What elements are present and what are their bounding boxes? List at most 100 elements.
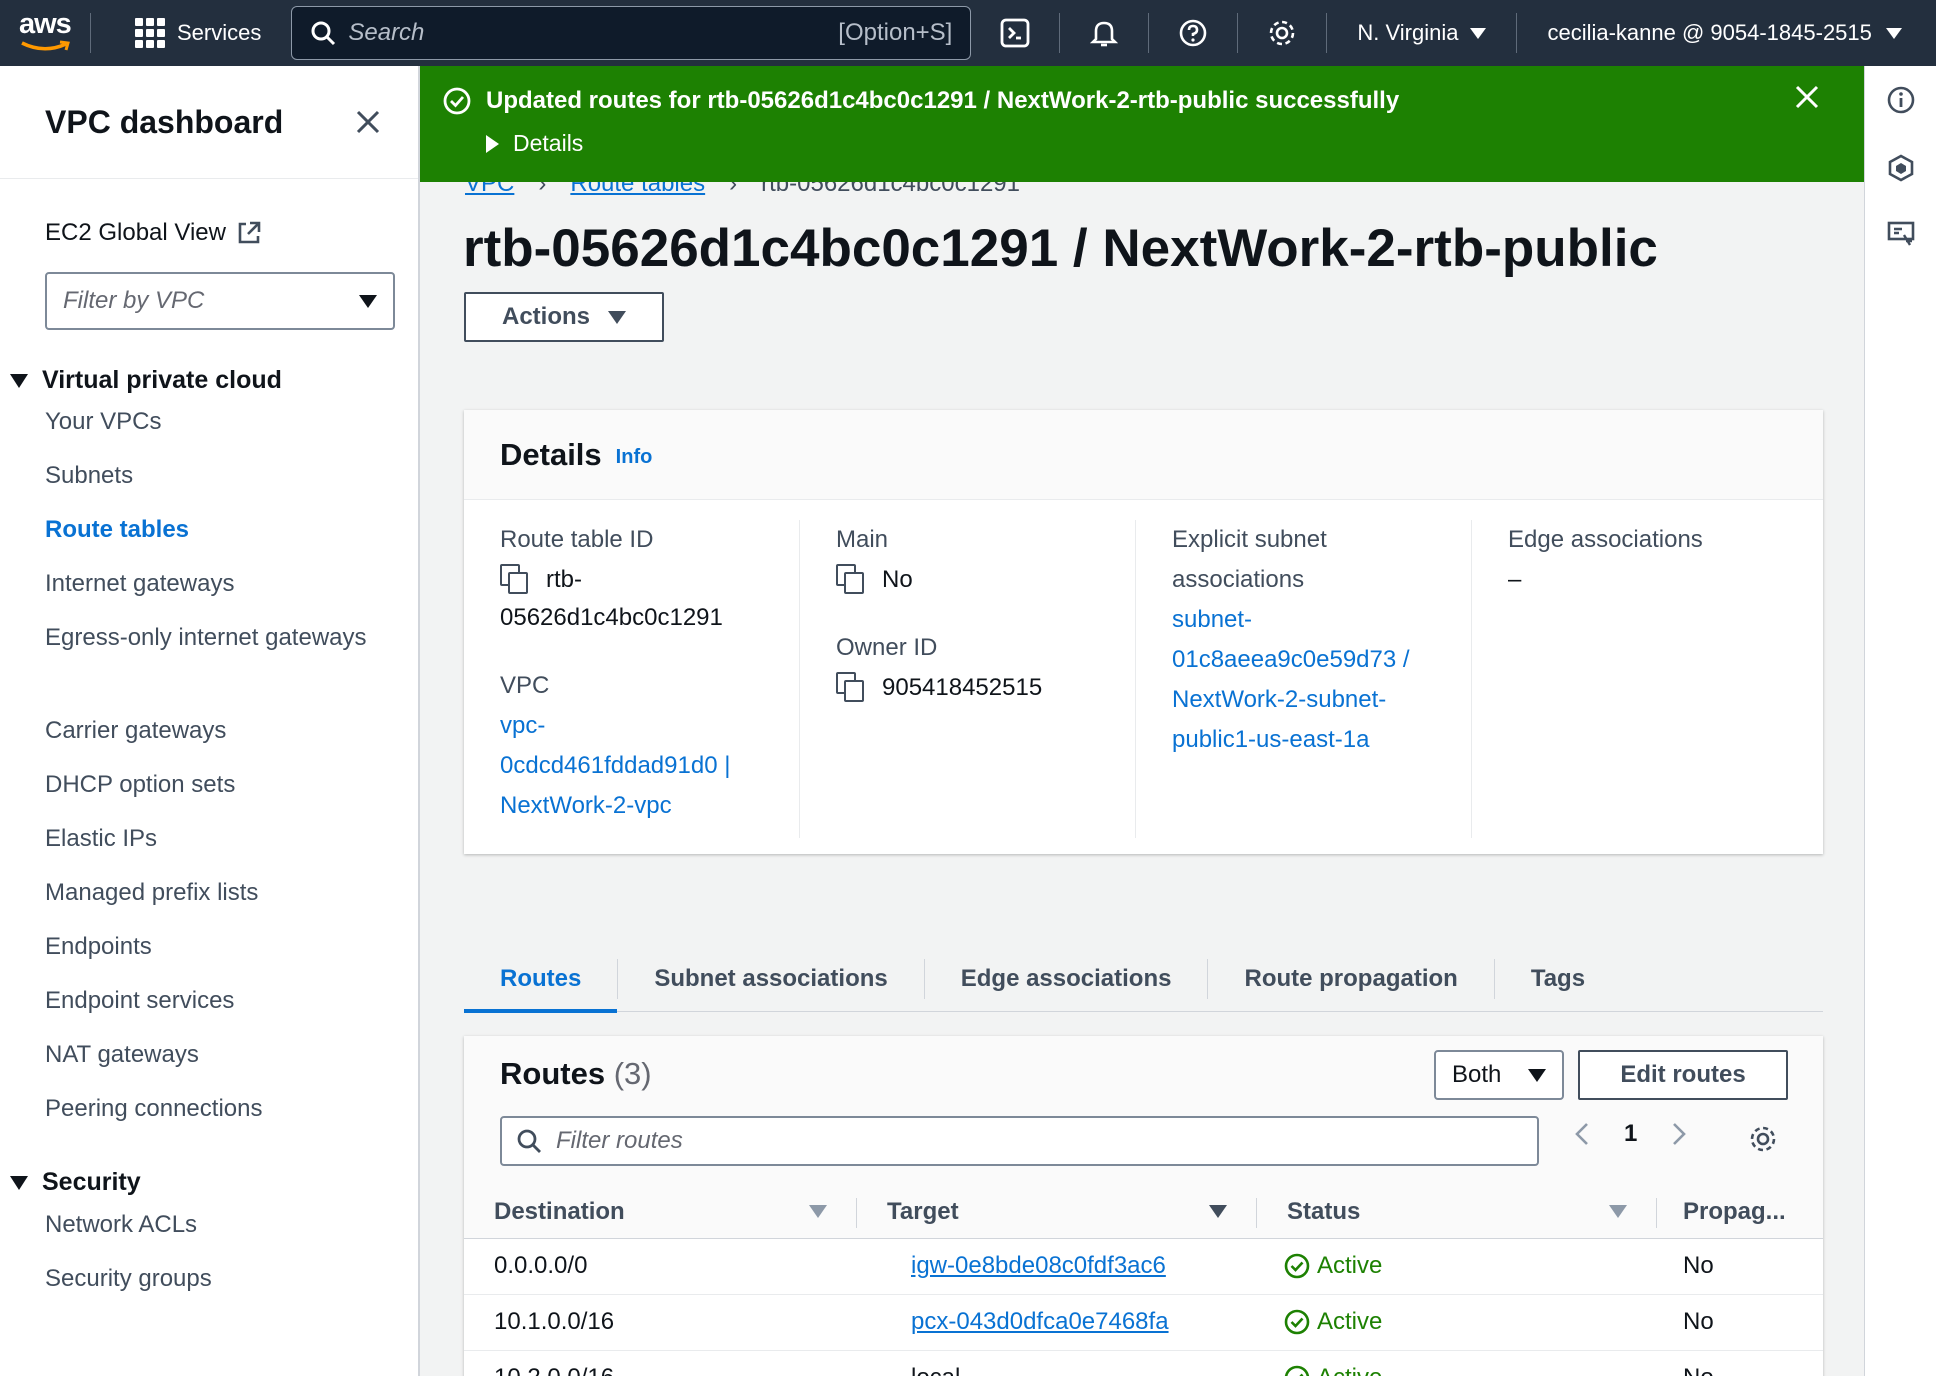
sidebar-item-endpoint-services[interactable]: Endpoint services — [45, 982, 375, 1020]
sidebar-header: VPC dashboard — [0, 66, 418, 179]
tab-edge-associations[interactable]: Edge associations — [925, 958, 1209, 999]
search-icon — [517, 1129, 541, 1153]
explicit-subnet-link[interactable]: subnet- 01c8aeea9c0e59d73 / NextWork-2-s… — [1172, 600, 1471, 760]
settings-button[interactable] — [1238, 0, 1326, 66]
sort-icon — [1609, 1205, 1627, 1219]
section-security[interactable]: Security — [10, 1168, 141, 1197]
aws-logo-text: aws — [19, 8, 72, 40]
expand-caret-icon — [10, 1175, 28, 1190]
ec2-global-view-link[interactable]: EC2 Global View — [45, 219, 262, 247]
success-check-icon — [1284, 1253, 1310, 1279]
sidebar-item-peering-connections[interactable]: Peering connections — [45, 1090, 375, 1128]
route-type-select[interactable]: Both — [1434, 1050, 1564, 1100]
status-text: Active — [1317, 1308, 1383, 1335]
hexagon-icon — [1888, 154, 1914, 182]
sidebar-title[interactable]: VPC dashboard — [45, 104, 283, 141]
info-icon — [1887, 86, 1915, 114]
table-row[interactable]: 10.1.0.0/16 pcx-043d0dfca0e7468fa Active… — [464, 1294, 1823, 1351]
account-menu[interactable]: cecilia-kanne @ 9054-1845-2515 — [1517, 20, 1902, 46]
sidebar-item-nat-gateways[interactable]: NAT gateways — [45, 1036, 375, 1074]
grid-icon — [135, 18, 165, 48]
cloudshell-button[interactable] — [971, 0, 1059, 66]
expand-caret-icon — [486, 134, 499, 153]
external-link-icon — [238, 221, 261, 244]
copy-icon[interactable] — [500, 564, 530, 596]
chevron-right-icon[interactable] — [1671, 1121, 1687, 1147]
expand-caret-icon — [10, 373, 28, 388]
target-link[interactable]: pcx-043d0dfca0e7468fa — [911, 1308, 1169, 1335]
services-label: Services — [177, 20, 262, 45]
table-row[interactable]: 10.2.0.0/16 local Active No — [464, 1350, 1823, 1376]
global-search-input[interactable]: Search [Option+S] — [291, 6, 972, 60]
explicit-subnet-label: Explicit subnet — [1172, 526, 1327, 553]
dismiss-flash-icon[interactable] — [1794, 84, 1820, 110]
services-menu-button[interactable]: Services — [91, 18, 291, 48]
filter-routes-input[interactable]: Filter routes — [500, 1116, 1539, 1166]
section-virtual-private-cloud[interactable]: Virtual private cloud — [10, 366, 282, 395]
close-icon[interactable] — [354, 108, 382, 136]
bell-icon — [1090, 21, 1119, 47]
column-header-target[interactable]: Target — [857, 1186, 1257, 1239]
column-label: Propag... — [1683, 1197, 1786, 1225]
status-cell: Active — [1283, 1364, 1627, 1376]
table-row[interactable]: 0.0.0.0/0 igw-0e8bde08c0fdf3ac6 Active N… — [464, 1238, 1823, 1295]
chevron-left-icon[interactable] — [1574, 1121, 1590, 1147]
filter-by-vpc-placeholder: Filter by VPC — [63, 287, 205, 314]
tab-routes[interactable]: Routes — [464, 958, 619, 1013]
info-panel-button[interactable] — [1885, 84, 1917, 116]
sidebar-item-your-vpcs[interactable]: Your VPCs — [45, 403, 375, 441]
route-table-id-line: rtb- — [546, 566, 582, 593]
target-link[interactable]: igw-0e8bde08c0fdf3ac6 — [911, 1252, 1166, 1279]
vpc-link-line: 0cdcd461fddad91d0 | — [500, 752, 731, 779]
notifications-button[interactable] — [1060, 0, 1148, 66]
caret-down-icon — [608, 310, 626, 324]
sidebar-item-route-tables[interactable]: Route tables — [45, 511, 375, 549]
sidebar-item-network-acls[interactable]: Network ACLs — [45, 1206, 375, 1244]
tab-tags[interactable]: Tags — [1495, 959, 1621, 999]
help-button[interactable] — [1149, 0, 1237, 66]
feedback-panel-button[interactable] — [1885, 218, 1917, 250]
tab-subnet-associations[interactable]: Subnet associations — [618, 958, 925, 999]
destination-cell: 0.0.0.0/0 — [464, 1238, 857, 1295]
region-selector[interactable]: N. Virginia — [1327, 20, 1516, 46]
column-header-propagated[interactable]: Propag... — [1657, 1186, 1823, 1239]
sidebar-item-carrier-gateways[interactable]: Carrier gateways — [45, 712, 375, 750]
sidebar-item-security-groups[interactable]: Security groups — [45, 1260, 375, 1298]
page-number[interactable]: 1 — [1624, 1120, 1637, 1148]
resources-panel-button[interactable] — [1885, 152, 1917, 184]
sidebar-item-egress-only-internet-gateways[interactable]: Egress-only internet gateways — [45, 619, 375, 657]
vpc-link[interactable]: vpc- 0cdcd461fddad91d0 | NextWork-2-vpc — [500, 706, 799, 826]
actions-button[interactable]: Actions — [464, 292, 664, 342]
column-header-status[interactable]: Status — [1257, 1186, 1657, 1239]
edit-routes-button[interactable]: Edit routes — [1578, 1050, 1788, 1100]
copy-icon[interactable] — [836, 564, 866, 596]
sidebar-item-elastic-ips[interactable]: Elastic IPs — [45, 820, 375, 858]
aws-logo[interactable]: aws — [0, 0, 90, 66]
flash-details-label: Details — [513, 130, 584, 156]
sidebar-item-subnets[interactable]: Subnets — [45, 457, 375, 495]
filter-by-vpc-select[interactable]: Filter by VPC — [45, 272, 395, 330]
success-flash-banner: Updated routes for rtb-05626d1c4bc0c1291… — [420, 66, 1864, 182]
flash-message: Updated routes for rtb-05626d1c4bc0c1291… — [442, 86, 1399, 116]
caret-down-icon — [1470, 27, 1487, 39]
explicit-subnet-line: NextWork-2-subnet- — [1172, 686, 1387, 713]
tab-list: Routes Subnet associations Edge associat… — [464, 946, 1823, 1013]
routes-count: (3) — [613, 1056, 652, 1091]
column-label: Destination — [494, 1197, 625, 1225]
copy-icon[interactable] — [836, 672, 866, 704]
caret-down-icon — [1528, 1068, 1546, 1082]
info-link[interactable]: Info — [616, 446, 653, 469]
route-table-id-label: Route table ID — [500, 526, 654, 553]
details-header: Details Info — [464, 410, 1823, 500]
gear-icon — [1270, 20, 1295, 46]
sidebar-item-dhcp-option-sets[interactable]: DHCP option sets — [45, 766, 375, 804]
sidebar-item-internet-gateways[interactable]: Internet gateways — [45, 565, 375, 603]
flash-details-toggle[interactable]: Details — [486, 130, 583, 157]
sidebar-item-endpoints[interactable]: Endpoints — [45, 928, 375, 966]
section-title: Virtual private cloud — [42, 366, 282, 394]
sidebar-item-managed-prefix-lists[interactable]: Managed prefix lists — [45, 874, 375, 912]
destination-cell: 10.2.0.0/16 — [464, 1350, 857, 1376]
column-header-destination[interactable]: Destination — [464, 1186, 857, 1239]
tab-route-propagation[interactable]: Route propagation — [1208, 958, 1495, 999]
table-settings-icon[interactable] — [1748, 1124, 1778, 1154]
